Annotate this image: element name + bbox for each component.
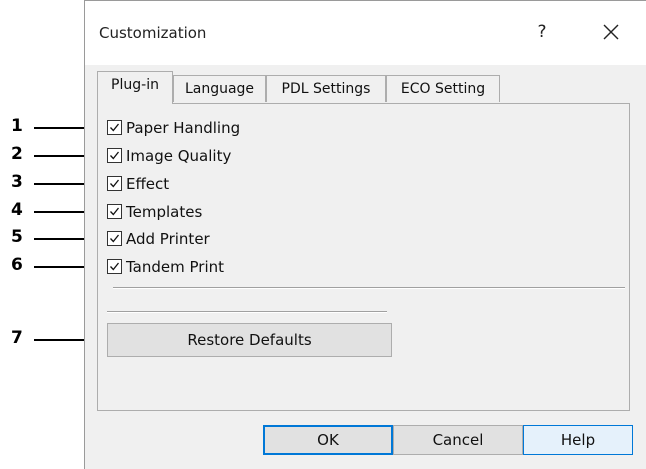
tab-plug-in[interactable]: Plug-in	[97, 71, 173, 104]
callout-number: 6	[11, 255, 23, 275]
callout-number: 5	[11, 227, 23, 247]
callout-number: 4	[11, 200, 23, 220]
tab-pdl-settings[interactable]: PDL Settings	[266, 75, 386, 102]
paper-handling-checkbox[interactable]	[107, 120, 122, 135]
cancel-button[interactable]: Cancel	[393, 425, 523, 455]
close-icon[interactable]	[598, 19, 624, 45]
title-bar: Customization ?	[85, 1, 646, 65]
tandem-print-checkbox[interactable]	[107, 259, 122, 274]
callout-number: 7	[11, 328, 23, 348]
image-quality-checkbox[interactable]	[107, 148, 122, 163]
dialog-title: Customization	[99, 24, 207, 42]
divider	[113, 287, 625, 289]
tab-language[interactable]: Language	[173, 75, 266, 102]
paper-handling-label: Paper Handling	[126, 119, 241, 137]
image-quality-label: Image Quality	[126, 147, 232, 165]
effect-checkbox[interactable]	[107, 176, 122, 191]
divider	[107, 311, 387, 313]
tandem-print-label: Tandem Print	[126, 258, 225, 276]
add-printer-label: Add Printer	[126, 230, 210, 248]
templates-label: Templates	[126, 203, 203, 221]
callout-number: 3	[11, 172, 23, 192]
help-icon[interactable]: ?	[531, 20, 553, 44]
help-button[interactable]: Help	[523, 425, 633, 455]
add-printer-checkbox[interactable]	[107, 231, 122, 246]
customization-dialog: Customization ? Plug-in Language PDL Set…	[84, 0, 646, 469]
callout-number: 1	[11, 116, 23, 136]
effect-label: Effect	[126, 175, 170, 193]
callout-number: 2	[11, 144, 23, 164]
tab-eco-setting[interactable]: ECO Setting	[386, 75, 500, 102]
ok-button[interactable]: OK	[263, 425, 393, 455]
templates-checkbox[interactable]	[107, 204, 122, 219]
restore-defaults-button[interactable]: Restore Defaults	[107, 323, 392, 357]
